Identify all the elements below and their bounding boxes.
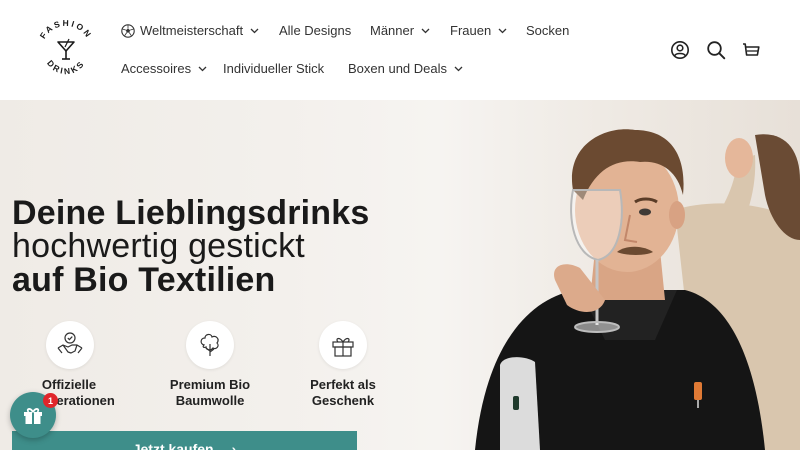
nav-socken[interactable]: Socken — [526, 23, 569, 38]
nav-label: Weltmeisterschaft — [140, 23, 244, 38]
nav-alle-designs[interactable]: Alle Designs — [279, 23, 351, 38]
chevron-down-icon — [498, 28, 507, 33]
nav-weltmeisterschaft[interactable]: Weltmeisterschaft — [121, 23, 259, 38]
notification-badge: 1 — [43, 393, 58, 408]
hero-title-line-2: hochwertig gestickt — [12, 227, 305, 265]
chevron-down-icon — [198, 66, 207, 71]
nav-maenner[interactable]: Männer — [370, 23, 430, 38]
cotton-plant-icon — [186, 321, 234, 369]
nav-accessoires[interactable]: Accessoires — [121, 61, 207, 76]
feature-label: Premium Bio Baumwolle — [169, 377, 251, 408]
hero-photo — [455, 100, 800, 450]
site-header: FASHION DRINKS Weltmeisterschaft Alle De… — [0, 0, 800, 100]
handshake-icon — [46, 321, 94, 369]
fashion-drinks-logo-icon: FASHION DRINKS — [38, 18, 95, 76]
shop-now-label: Jetzt kaufen — [132, 441, 214, 450]
nav-label: Frauen — [450, 23, 492, 38]
hero-title-line-1: Deine Lieblingsdrinks — [12, 194, 370, 232]
nav-label: Accessoires — [121, 61, 192, 76]
arrow-right-icon: › — [231, 441, 237, 450]
nav-label: Socken — [526, 23, 570, 38]
nav-boxen-und-deals[interactable]: Boxen und Deals — [348, 61, 463, 76]
soccer-ball-icon — [121, 23, 135, 38]
nav-label: Alle Designs — [279, 23, 352, 38]
model-with-wine-glass-illustration — [475, 129, 800, 450]
chevron-down-icon — [250, 28, 259, 33]
svg-text:DRINKS: DRINKS — [45, 58, 87, 76]
search-icon[interactable] — [706, 40, 726, 60]
cart-icon[interactable] — [741, 40, 761, 60]
nav-frauen[interactable]: Frauen — [450, 23, 507, 38]
hero-title-line-3: auf Bio Textilien — [12, 261, 276, 299]
gift-icon — [24, 408, 42, 424]
nav-individueller-stick[interactable]: Individueller Stick — [223, 61, 324, 76]
nav-label: Männer — [370, 23, 415, 38]
shop-now-button[interactable]: Jetzt kaufen › — [12, 431, 357, 450]
chevron-down-icon — [421, 28, 430, 33]
gift-box-icon — [319, 321, 367, 369]
nav-label: Boxen und Deals — [348, 61, 448, 76]
account-icon[interactable] — [670, 40, 690, 60]
brand-logo[interactable]: FASHION DRINKS — [34, 18, 98, 82]
svg-text:FASHION: FASHION — [38, 18, 95, 40]
hero-banner: Deine Lieblingsdrinks hochwertig gestick… — [0, 100, 800, 450]
feature-label: Perfekt als Geschenk — [310, 377, 376, 408]
chevron-down-icon — [454, 66, 463, 71]
nav-label: Individueller Stick — [223, 61, 325, 76]
